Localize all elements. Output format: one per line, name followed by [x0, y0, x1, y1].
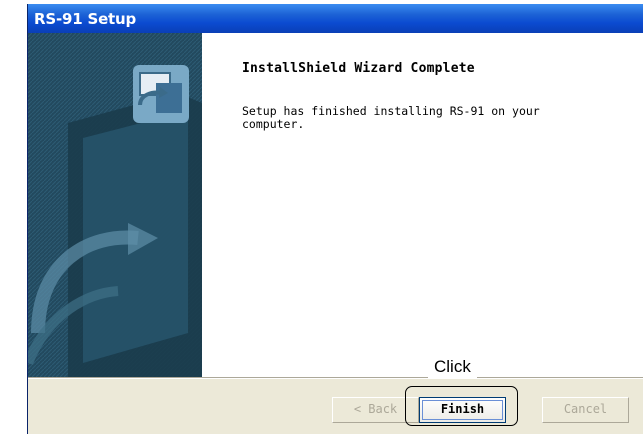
setup-computer-icon	[133, 65, 189, 123]
title-bar[interactable]: RS-91 Setup	[28, 4, 643, 33]
click-annotation: Click	[428, 355, 477, 379]
side-artwork	[28, 33, 202, 377]
click-highlight-ring	[405, 386, 518, 426]
button-separator	[28, 377, 643, 379]
cancel-button[interactable]: Cancel	[542, 397, 629, 423]
wizard-content: InstallShield Wizard Complete Setup has …	[202, 33, 643, 377]
setup-dialog: RS-91 Setup InstallShield Wizard Complet…	[27, 4, 643, 434]
window-title: RS-91 Setup	[34, 10, 137, 28]
wizard-side-graphic	[28, 33, 202, 377]
wizard-message: Setup has finished installing RS-91 on y…	[242, 104, 540, 131]
wizard-heading: InstallShield Wizard Complete	[242, 61, 475, 76]
